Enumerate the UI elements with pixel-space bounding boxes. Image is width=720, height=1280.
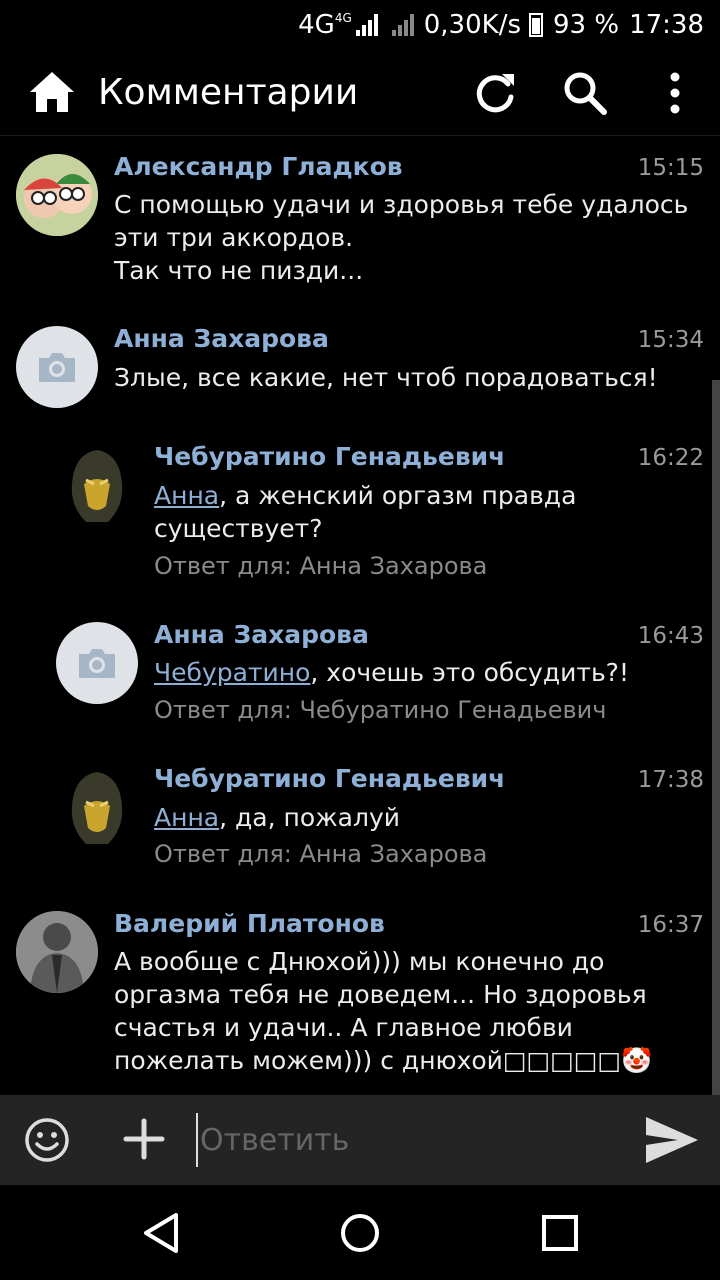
reply-to-label[interactable]: Ответ для: Анна Захарова	[154, 840, 487, 868]
add-attachment-icon[interactable]	[122, 1117, 166, 1161]
mention-link[interactable]: Анна	[154, 803, 219, 832]
system-nav-bar	[0, 1185, 720, 1280]
comment-author[interactable]: Анна Захарова	[114, 324, 329, 353]
comments-list[interactable]: Александр Гладков 15:15 С помощью удачи …	[0, 137, 720, 1095]
reply-to-label[interactable]: Ответ для: Чебуратино Генадьевич	[154, 696, 606, 724]
page-title: Комментарии	[98, 72, 359, 113]
emoji-icon[interactable]	[24, 1117, 70, 1163]
app-bar: Комментарии	[0, 50, 720, 136]
camera-icon	[79, 649, 115, 678]
reply-bar	[0, 1095, 720, 1185]
comment-time: 16:22	[637, 445, 704, 471]
network-type-small: 4G	[334, 11, 352, 25]
battery-level: 93 %	[553, 10, 620, 40]
signal-icon	[355, 14, 378, 36]
comment-time: 17:38	[637, 767, 704, 793]
clock: 17:38	[629, 10, 704, 40]
battery-icon	[529, 13, 543, 37]
search-icon[interactable]	[562, 70, 608, 116]
comment-time: 16:43	[637, 623, 704, 649]
comment-author[interactable]: Валерий Платонов	[114, 909, 385, 938]
recent-apps-icon[interactable]	[538, 1211, 582, 1255]
comment-author[interactable]: Чебуратино Генадьевич	[154, 442, 505, 471]
comment-text: Анна, да, пожалуй	[154, 801, 704, 834]
mention-link[interactable]: Анна	[154, 481, 219, 510]
scrollbar[interactable]	[712, 380, 720, 1095]
comment-time: 15:15	[637, 155, 704, 181]
comment-text: Злые, все какие, нет чтоб порадоваться!	[114, 363, 658, 392]
avatar[interactable]	[56, 622, 138, 704]
send-icon[interactable]	[644, 1115, 700, 1165]
comment-body: , хочешь это обсудить?!	[310, 658, 629, 687]
network-speed: 0,30K/s	[423, 10, 521, 40]
comment-text: Анна, а женский оргазм правда существует…	[154, 479, 604, 545]
comment-author[interactable]: Чебуратино Генадьевич	[154, 764, 505, 793]
camera-icon	[39, 353, 75, 382]
back-icon[interactable]	[140, 1211, 184, 1255]
reply-input[interactable]	[196, 1113, 616, 1167]
reply-to-label[interactable]: Ответ для: Анна Захарова	[154, 552, 487, 580]
nav-home-icon[interactable]	[338, 1211, 382, 1255]
comment-text: С помощью удачи и здоровья тебе удалось …	[114, 190, 689, 285]
comment-body: , да, пожалуй	[219, 803, 401, 832]
network-type: 4G	[298, 10, 335, 40]
no-signal-icon	[388, 14, 414, 36]
comment-time: 16:37	[637, 912, 704, 938]
comment-author[interactable]: Анна Захарова	[154, 620, 369, 649]
avatar[interactable]	[16, 911, 98, 993]
comment-author[interactable]: Александр Гладков	[114, 152, 403, 181]
more-vertical-icon[interactable]	[660, 70, 690, 116]
avatar[interactable]	[16, 154, 98, 236]
avatar[interactable]	[16, 326, 98, 408]
comment-text: Чебуратино, хочешь это обсудить?!	[154, 656, 704, 689]
mention-link[interactable]: Чебуратино	[154, 658, 310, 687]
status-bar: 4G 4G 0,30K/s 93 % 17:38	[0, 0, 720, 50]
comment-text: А вообще с Днюхой))) мы конечно до оргаз…	[114, 947, 653, 1075]
avatar[interactable]	[56, 444, 138, 526]
avatar[interactable]	[56, 766, 138, 848]
comment-time: 15:34	[637, 327, 704, 353]
network-indicator: 4G 4G	[298, 10, 378, 40]
refresh-icon[interactable]	[472, 70, 518, 116]
home-icon[interactable]	[28, 70, 76, 114]
